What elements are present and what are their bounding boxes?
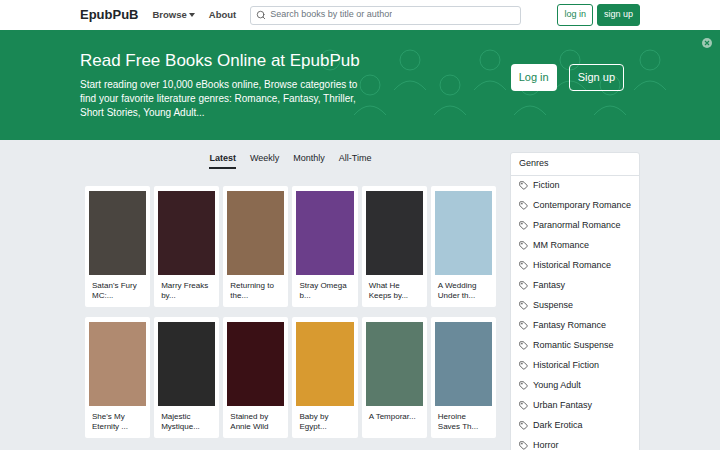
banner-text: Start reading over 10,000 eBooks online,… [80,78,370,120]
book-title[interactable]: Stray Omega b... [296,281,353,301]
book-cover[interactable] [89,191,146,275]
book-card[interactable]: A Temporar... [362,317,427,438]
book-title[interactable]: A Temporar... [366,412,423,432]
tag-icon [519,381,528,390]
genre-item[interactable]: Fantasy [511,276,639,296]
book-card[interactable]: Heroine Saves Th... [431,317,496,438]
login-button[interactable]: log in [557,4,593,26]
nav-link[interactable]: Browse [153,8,195,22]
genre-item[interactable]: Paranormal Romance [511,216,639,236]
book-cover[interactable] [435,191,492,275]
banner-title: Read Free Books Online at EpubPub [80,50,511,72]
tag-icon [519,321,528,330]
book-title[interactable]: Heroine Saves Th... [435,412,492,432]
book-card[interactable]: Majestic Mystique... [154,317,219,438]
genre-item[interactable]: Romantic Suspense [511,336,639,356]
book-title[interactable]: A Wedding Under th... [435,281,492,301]
tag-icon [519,281,528,290]
book-cover[interactable] [366,191,423,275]
book-cover[interactable] [296,322,353,406]
book-cover[interactable] [89,322,146,406]
tag-icon [519,341,528,350]
banner-login-button[interactable]: Log in [511,64,557,91]
book-section: Latest Weekly Monthly All-Time Satan's Fury … [80,152,501,450]
tag-icon [519,361,528,370]
book-title[interactable]: What He Keeps by... [366,281,423,301]
genre-item[interactable]: Historical Fiction [511,356,639,376]
page: EpubPuB Browse About Search books by title … [0,0,720,450]
book-cover[interactable] [296,191,353,275]
book-card[interactable]: Baby by Egypt... [292,317,357,438]
tag-icon [519,201,528,210]
book-card[interactable]: Stained by Annie Wild [223,317,288,438]
genre-item[interactable]: MM Romance [511,236,639,256]
tag-icon [519,301,528,310]
tag-icon [519,401,528,410]
genre-item[interactable]: Horror [511,436,639,450]
book-cover[interactable] [227,322,284,406]
book-card[interactable]: She's My Eternity ... [85,317,150,438]
tab[interactable]: All-Time [339,152,372,169]
tab[interactable]: Weekly [250,152,279,169]
book-title[interactable]: Majestic Mystique... [158,412,215,432]
book-card[interactable]: A Wedding Under th... [431,186,496,307]
genre-item[interactable]: Fiction [511,176,639,196]
tag-icon [519,261,528,270]
genre-item[interactable]: Young Adult [511,376,639,396]
tag-icon [519,421,528,430]
tag-icon [519,441,528,450]
book-cover[interactable] [366,322,423,406]
tag-icon [519,241,528,250]
top-bar: EpubPuB Browse About Search books by title … [0,0,720,30]
tab[interactable]: Latest [209,152,236,169]
genres-title: Genres [511,153,639,176]
genres-panel: GenresFictionContemporary RomanceParanor… [510,152,640,450]
book-card[interactable]: Returning to the... [223,186,288,307]
genre-item[interactable]: Dark Erotica [511,416,639,436]
book-grid: Satan's Fury MC:... Marry Freaks by... Ret… [80,186,501,438]
genre-item[interactable]: Urban Fantasy [511,396,639,416]
book-title[interactable]: Baby by Egypt... [296,412,353,432]
signup-button[interactable]: sign up [597,4,640,26]
search-field[interactable]: Search books by title or author [250,6,521,25]
book-title[interactable]: Returning to the... [227,281,284,301]
book-cover[interactable] [435,322,492,406]
caret-icon [189,13,195,17]
genre-item[interactable]: Historical Romance [511,256,639,276]
genre-item[interactable]: Contemporary Romance [511,196,639,216]
book-cover[interactable] [227,191,284,275]
book-card[interactable]: Satan's Fury MC:... [85,186,150,307]
close-icon[interactable] [702,38,712,48]
book-cover[interactable] [158,322,215,406]
tag-icon [519,181,528,190]
tag-icon [519,221,528,230]
book-card[interactable]: Stray Omega b... [292,186,357,307]
book-card[interactable]: Marry Freaks by... [154,186,219,307]
search-icon [256,10,266,20]
book-cover[interactable] [158,191,215,275]
banner: Read Free Books Online at EpubPub Start r… [0,30,720,140]
banner-signup-button[interactable]: Sign up [569,64,624,91]
book-title[interactable]: Stained by Annie Wild [227,412,284,432]
book-card[interactable]: What He Keeps by... [362,186,427,307]
genre-item[interactable]: Fantasy Romance [511,316,639,336]
tab[interactable]: Monthly [293,152,325,169]
book-title[interactable]: Marry Freaks by... [158,281,215,301]
book-title[interactable]: She's My Eternity ... [89,412,146,432]
book-title[interactable]: Satan's Fury MC:... [89,281,146,301]
tabs: Latest Weekly Monthly All-Time [80,152,501,172]
genre-item[interactable]: Suspense [511,296,639,316]
nav-link[interactable]: About [209,8,236,22]
logo[interactable]: EpubPuB [80,5,139,25]
